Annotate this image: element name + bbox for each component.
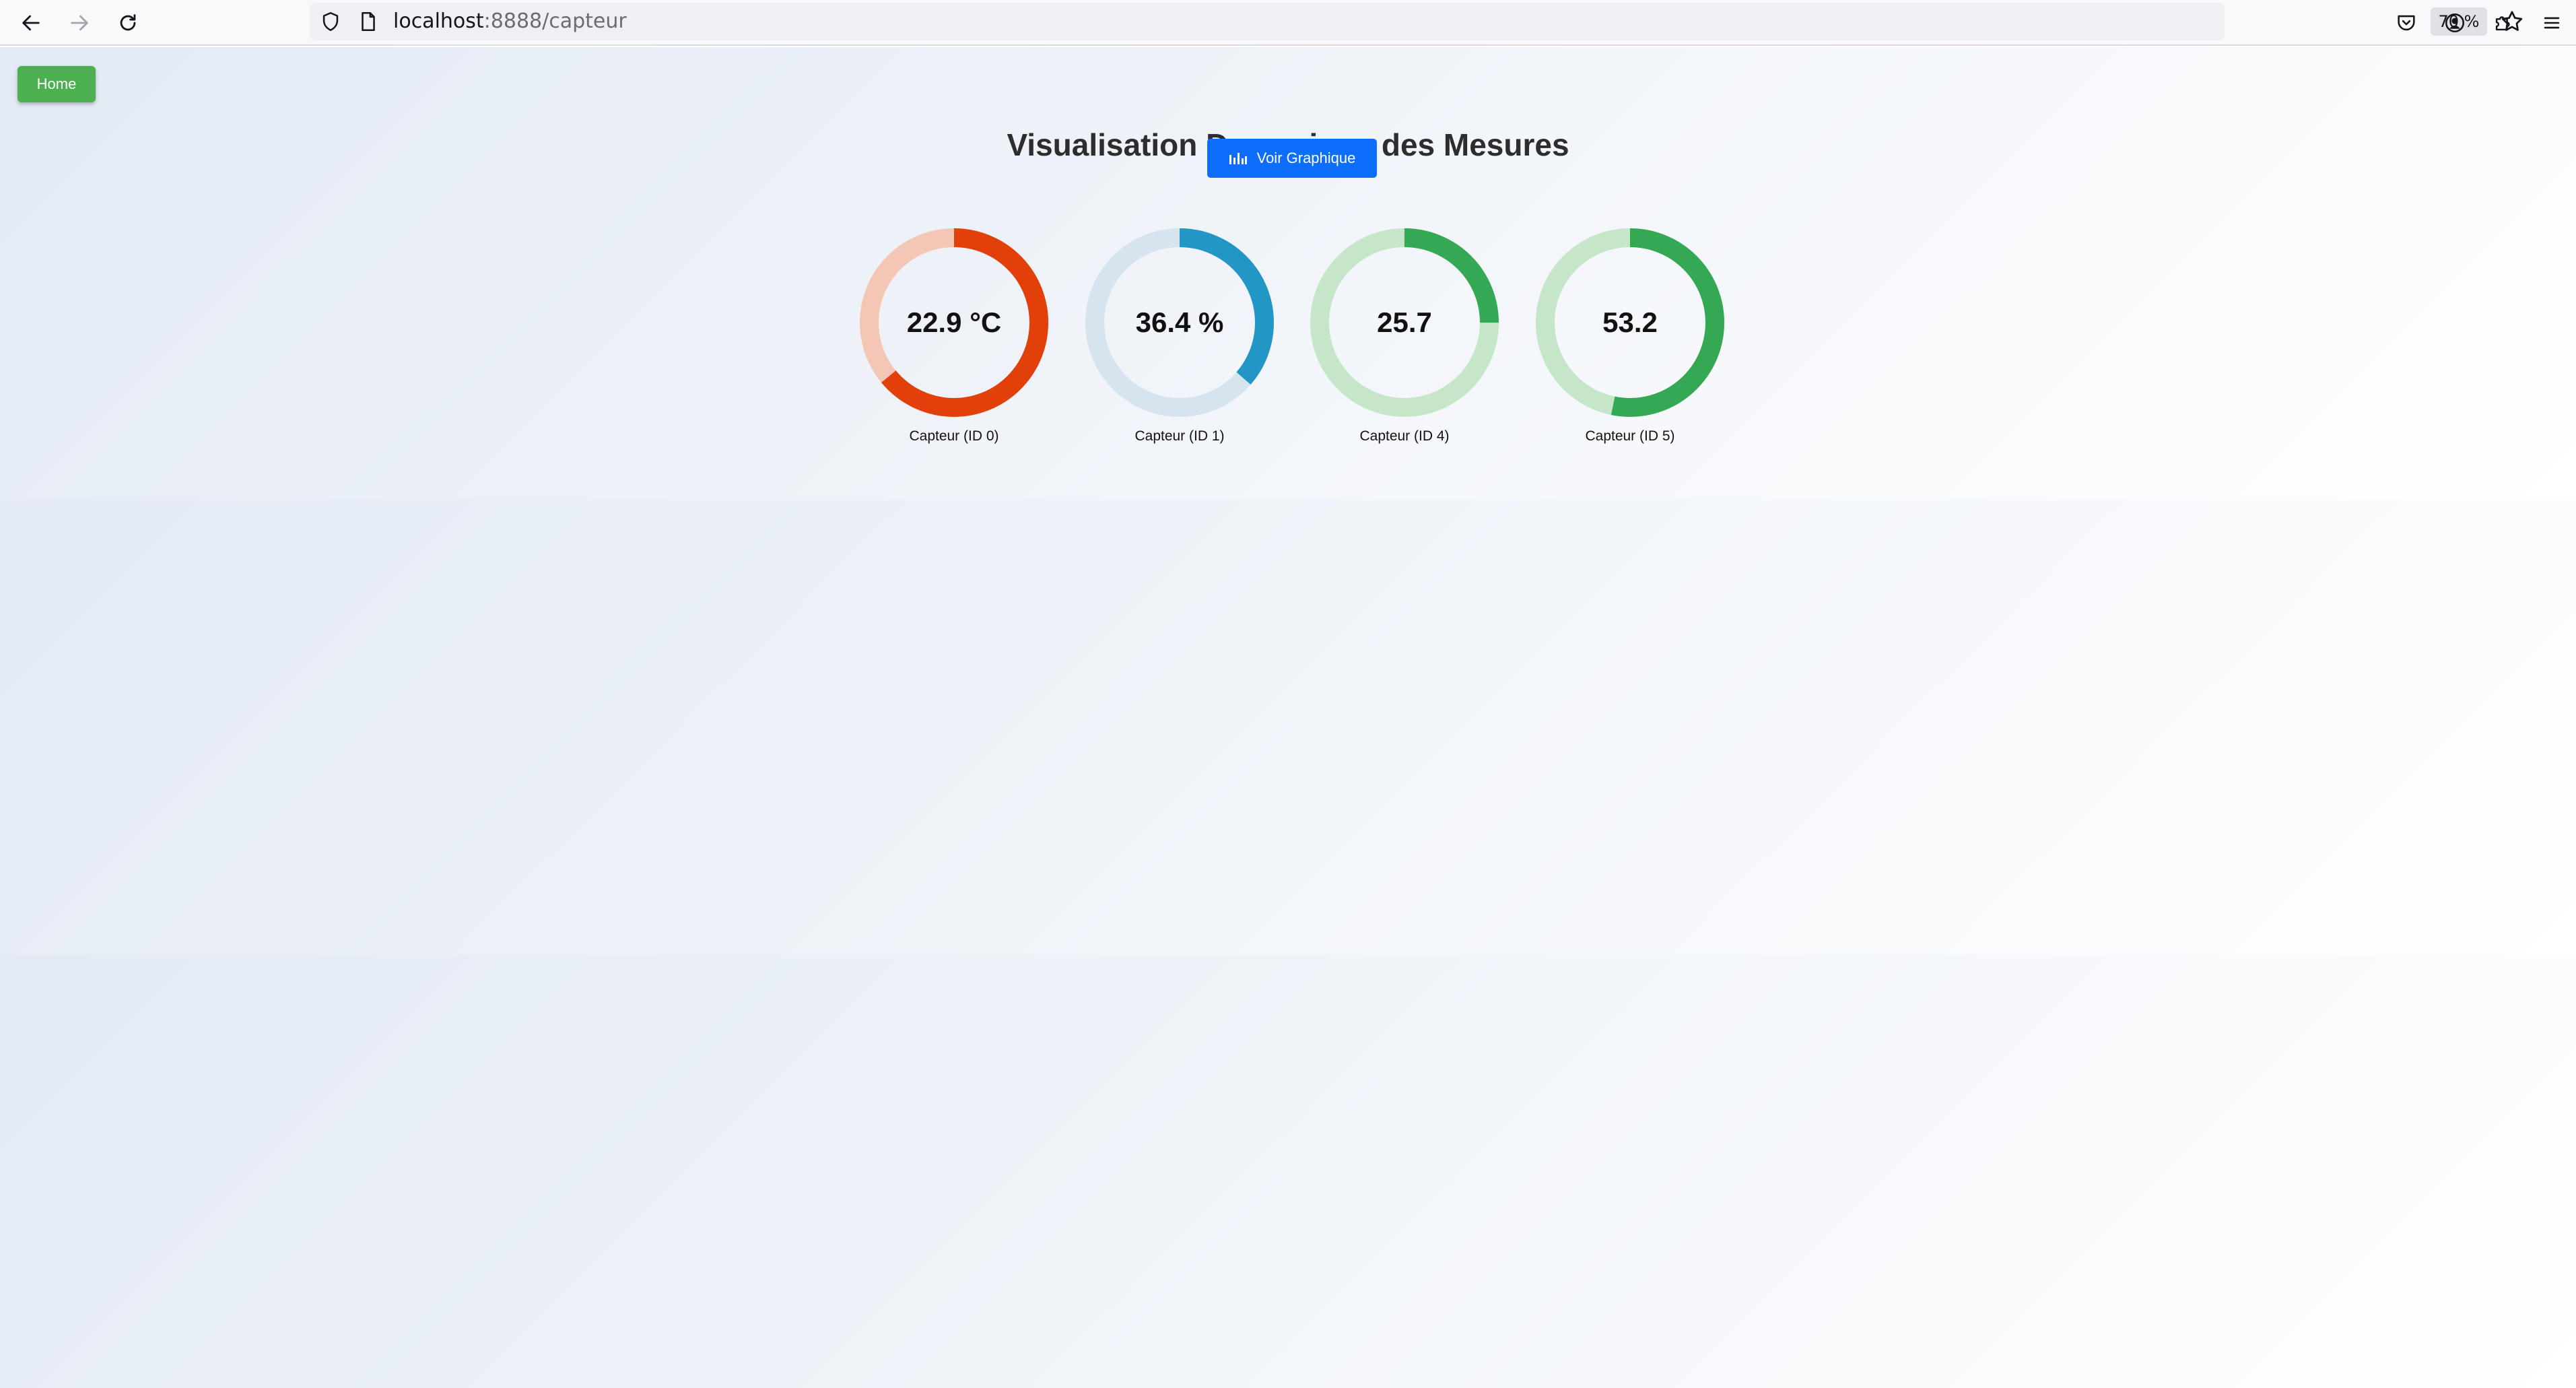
account-button[interactable] — [2436, 4, 2474, 42]
pocket-icon — [2398, 15, 2415, 31]
reload-icon — [120, 14, 136, 31]
background-band — [0, 500, 2576, 955]
pocket-button[interactable] — [2387, 4, 2425, 42]
sensor-gauge: 22.9 °C Capteur (ID 0) — [858, 226, 1050, 444]
url-path: :8888/capteur — [483, 9, 627, 33]
gauge-label: Capteur (ID 1) — [1134, 428, 1225, 444]
gauge-label: Capteur (ID 0) — [909, 428, 999, 444]
forward-button[interactable] — [61, 4, 98, 42]
sensor-gauge: 25.7 Capteur (ID 4) — [1308, 226, 1501, 444]
hamburger-menu-icon — [2544, 17, 2560, 29]
gauge-row: 22.9 °C Capteur (ID 0) 36.4 % Capteur (I… — [0, 47, 2576, 519]
account-icon — [2445, 13, 2465, 33]
browser-toolbar: localhost:8888/capteur 70 % — [0, 0, 2576, 46]
sensor-gauge: 36.4 % Capteur (ID 1) — [1083, 226, 1276, 444]
gauge-label: Capteur (ID 5) — [1585, 428, 1675, 444]
url-host: localhost — [393, 9, 484, 33]
gauge-value: 53.2 — [1602, 306, 1658, 338]
shield-icon[interactable] — [319, 10, 342, 33]
gauge-label: Capteur (ID 4) — [1359, 428, 1450, 444]
menu-button[interactable] — [2533, 4, 2571, 42]
url-text[interactable]: localhost:8888/capteur — [393, 3, 627, 40]
back-button[interactable] — [12, 4, 50, 42]
page-icon[interactable] — [357, 10, 380, 33]
puzzle-icon — [2495, 16, 2510, 31]
gauge-value: 36.4 % — [1135, 306, 1224, 338]
url-bar[interactable]: localhost:8888/capteur 70 % — [310, 3, 2523, 40]
arrow-left-icon — [22, 15, 40, 31]
gauge-value: 22.9 °C — [906, 306, 1002, 338]
sensor-gauge: 53.2 Capteur (ID 5) — [1534, 226, 1726, 444]
background-band — [0, 955, 2576, 1388]
arrow-right-icon — [71, 15, 88, 31]
gauge-value: 25.7 — [1377, 306, 1432, 338]
page-content: Home Visualisation Dynamique des Mesures… — [0, 47, 2576, 1388]
reload-button[interactable] — [109, 4, 147, 42]
extensions-button[interactable] — [2484, 4, 2522, 42]
